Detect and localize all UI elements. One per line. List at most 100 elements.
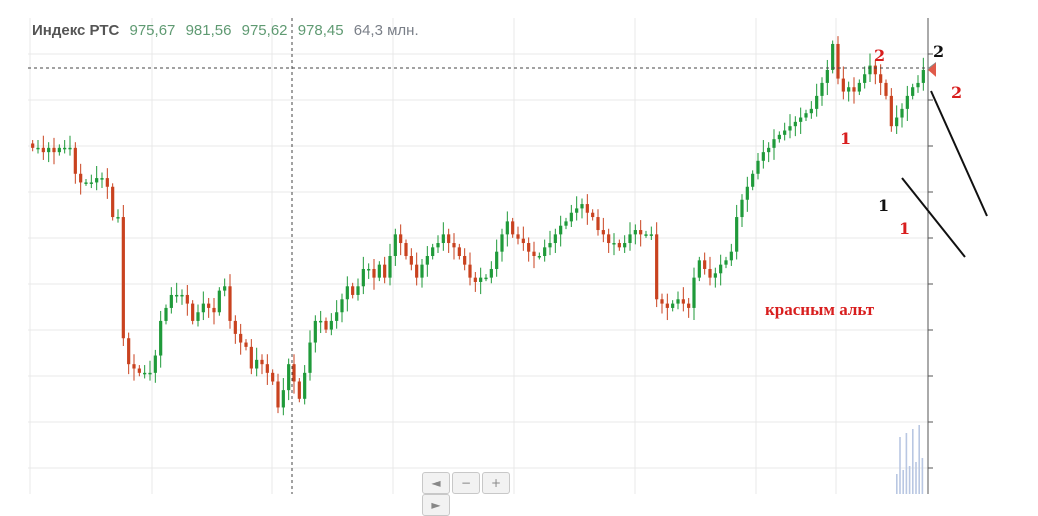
candle-body bbox=[47, 147, 51, 153]
scroll-forward-button[interactable]: ► bbox=[422, 494, 450, 516]
candle-body bbox=[105, 178, 109, 187]
candle-body bbox=[452, 243, 456, 248]
candle-body bbox=[847, 87, 851, 92]
candle-body bbox=[516, 234, 520, 239]
zoom-in-button[interactable]: + bbox=[482, 472, 510, 494]
candle-body bbox=[329, 320, 333, 330]
candle-body bbox=[799, 117, 803, 122]
candle-body bbox=[521, 238, 525, 244]
candle-body bbox=[916, 82, 920, 88]
wave-label-red-1-top: 1 bbox=[840, 129, 852, 148]
candle-body bbox=[249, 346, 253, 369]
drawn-line-lower bbox=[901, 177, 966, 258]
chart-header: Индекс РТС 975,67 981,56 975,62 978,45 6… bbox=[32, 22, 419, 39]
candle-body bbox=[345, 286, 349, 300]
candle-body bbox=[36, 147, 40, 150]
candle-body bbox=[505, 221, 509, 235]
candle-body bbox=[137, 368, 141, 373]
candle-body bbox=[319, 320, 323, 323]
volume-bar bbox=[912, 429, 914, 494]
candle-body bbox=[89, 182, 93, 184]
alt-count-note: красным альт bbox=[765, 300, 875, 319]
candle-body bbox=[367, 268, 371, 271]
candle-body bbox=[127, 338, 131, 365]
candle-body bbox=[724, 260, 728, 265]
candle-body bbox=[63, 147, 67, 150]
candle-body bbox=[217, 290, 221, 313]
candle-body bbox=[377, 264, 381, 278]
minus-icon: − bbox=[460, 476, 472, 490]
candle-body bbox=[900, 108, 904, 118]
volume-bar bbox=[899, 437, 901, 494]
candle-body bbox=[569, 212, 573, 222]
low-value: 975,62 bbox=[241, 22, 288, 39]
candle-body bbox=[617, 243, 621, 248]
candle-body bbox=[148, 372, 152, 375]
candle-body bbox=[164, 307, 168, 321]
zoom-out-button[interactable]: − bbox=[452, 472, 480, 494]
candle-body bbox=[340, 299, 344, 313]
candle-body bbox=[244, 342, 248, 347]
candle-body bbox=[228, 286, 232, 321]
candle-body bbox=[436, 243, 440, 248]
wave-label-black-1: 1 bbox=[878, 196, 890, 215]
candle-body bbox=[79, 173, 83, 183]
candle-body bbox=[271, 372, 275, 382]
candle-body bbox=[196, 312, 200, 321]
candle-body bbox=[393, 234, 397, 256]
candle-body bbox=[751, 173, 755, 187]
volume-value: 64,3 млн. bbox=[353, 22, 419, 39]
close-value: 978,45 bbox=[297, 22, 344, 39]
candle-body bbox=[255, 359, 259, 369]
candle-body bbox=[852, 87, 856, 92]
scroll-back-button[interactable]: ◄ bbox=[422, 472, 450, 494]
price-chart[interactable] bbox=[0, 0, 1038, 500]
candle-body bbox=[511, 221, 515, 235]
candle-body bbox=[41, 147, 45, 153]
candle-body bbox=[159, 320, 163, 356]
candle-body bbox=[169, 294, 173, 308]
candle-body bbox=[361, 268, 365, 287]
volume-bar bbox=[905, 433, 908, 494]
candle-body bbox=[308, 342, 312, 373]
candle-body bbox=[233, 320, 237, 334]
candle-body bbox=[473, 277, 477, 282]
candle-body bbox=[607, 234, 611, 244]
candle-body bbox=[121, 217, 125, 339]
candle-body bbox=[644, 234, 648, 236]
candle-body bbox=[665, 303, 669, 308]
candle-body bbox=[687, 303, 691, 308]
volume-bar bbox=[915, 462, 917, 494]
candle-body bbox=[201, 303, 205, 313]
candle-body bbox=[831, 43, 835, 70]
candle-body bbox=[841, 78, 845, 92]
candle-body bbox=[564, 221, 568, 226]
volume-bar bbox=[921, 458, 924, 494]
candle-body bbox=[681, 299, 685, 304]
candle-body bbox=[660, 299, 664, 304]
candle-body bbox=[73, 147, 77, 174]
candle-body bbox=[532, 251, 536, 256]
wave-label-red-2-top: 2 bbox=[874, 46, 886, 65]
candle-body bbox=[836, 43, 840, 79]
candle-body bbox=[905, 95, 909, 109]
candle-body bbox=[527, 243, 531, 252]
candle-body bbox=[697, 260, 701, 278]
candle-body bbox=[783, 130, 787, 135]
candle-body bbox=[297, 381, 301, 399]
candle-body bbox=[895, 117, 899, 127]
candle-body bbox=[468, 264, 472, 278]
candle-body bbox=[729, 251, 733, 261]
candle-body bbox=[804, 113, 808, 118]
candle-body bbox=[719, 264, 723, 274]
candle-body bbox=[548, 243, 552, 248]
candle-body bbox=[612, 243, 616, 245]
candle-body bbox=[756, 160, 760, 174]
candle-body bbox=[260, 359, 264, 365]
candle-body bbox=[489, 268, 493, 278]
candle-body bbox=[559, 225, 563, 235]
candle-body bbox=[809, 108, 813, 114]
candle-body bbox=[425, 256, 429, 265]
candle-body bbox=[287, 364, 291, 391]
volume-bar bbox=[908, 466, 911, 494]
